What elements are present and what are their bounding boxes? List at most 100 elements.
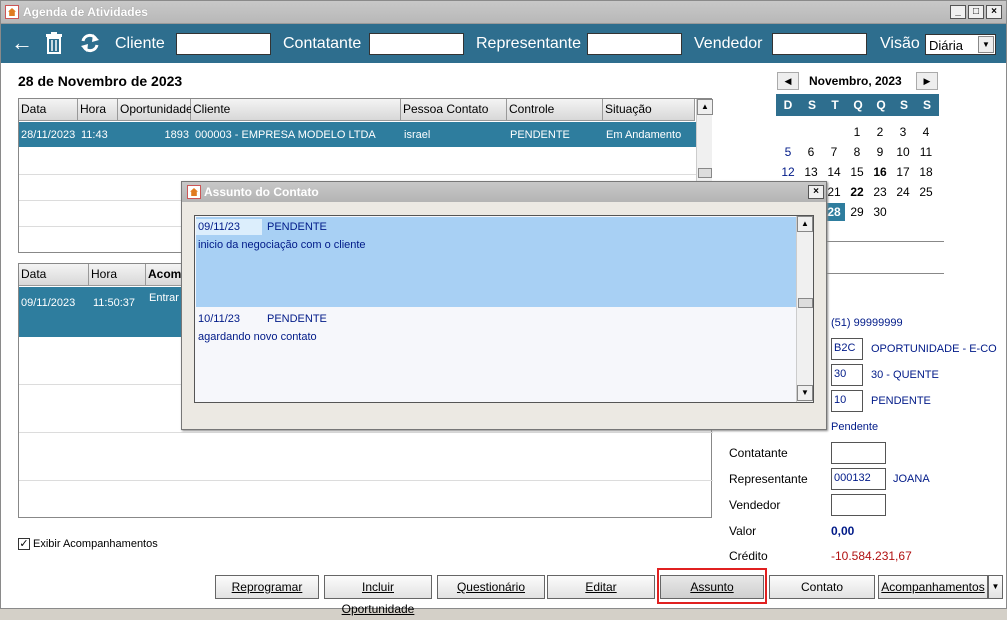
calendar-day[interactable]: 3 bbox=[892, 125, 914, 139]
calendar-day[interactable]: 13 bbox=[800, 165, 822, 179]
temperatura-code-field[interactable]: 30 bbox=[831, 364, 863, 386]
contato-button[interactable]: Contato bbox=[769, 575, 875, 599]
exibir-label: Exibir Acompanhamentos bbox=[33, 538, 158, 550]
refresh-icon[interactable] bbox=[79, 32, 101, 58]
prev-month-button[interactable]: ◀ bbox=[777, 72, 799, 90]
calendar-day[interactable]: 17 bbox=[892, 165, 914, 179]
app-icon bbox=[5, 5, 19, 19]
grid1-header-cliente[interactable]: Cliente bbox=[191, 99, 401, 121]
valor-label: Valor bbox=[729, 524, 757, 538]
close-button[interactable]: × bbox=[986, 5, 1002, 19]
assunto-list: 09/11/23 PENDENTE inicio da negociação c… bbox=[194, 215, 814, 403]
scroll-up-icon[interactable]: ▲ bbox=[797, 216, 813, 232]
calendar-day[interactable]: 30 bbox=[869, 205, 891, 219]
scroll-down-icon[interactable]: ▼ bbox=[797, 385, 813, 401]
contatante-detail-field[interactable] bbox=[831, 442, 886, 464]
grid1-header-controle[interactable]: Controle bbox=[507, 99, 603, 121]
grid1-header-data[interactable]: Data bbox=[19, 99, 78, 121]
assunto-dialog: Assunto do Contato × 09/11/23 PENDENTE i… bbox=[181, 181, 827, 430]
visao-label: Visão bbox=[880, 35, 920, 52]
vendedor-detail-field[interactable] bbox=[831, 494, 886, 516]
controle-code-field[interactable]: 10 bbox=[831, 390, 863, 412]
toolbar: ← Cliente Contatante Representante Vende… bbox=[1, 24, 1006, 63]
dialog-title: Assunto do Contato bbox=[204, 185, 319, 199]
controle-desc: PENDENTE bbox=[871, 395, 931, 407]
calendar-day[interactable]: 11 bbox=[915, 145, 937, 159]
incluir-oportunidade-button[interactable]: Incluir Oportunidade bbox=[324, 575, 432, 616]
situacao-value: Pendente bbox=[831, 421, 879, 433]
dialog-app-icon bbox=[187, 185, 201, 199]
calendar-day[interactable]: 25 bbox=[915, 185, 937, 199]
vendedor-label: Vendedor bbox=[694, 35, 763, 52]
grid1-header-situacao[interactable]: Situação bbox=[603, 99, 695, 121]
grid1-header-hora[interactable]: Hora bbox=[78, 99, 118, 121]
vendedor-input[interactable] bbox=[772, 33, 867, 55]
trash-icon[interactable] bbox=[45, 32, 63, 59]
representante-detail-field[interactable]: 000132 bbox=[831, 468, 886, 490]
next-month-button[interactable]: ▶ bbox=[916, 72, 938, 90]
calendar-day[interactable]: 12 bbox=[777, 165, 799, 179]
chevron-down-icon[interactable]: ▼ bbox=[988, 575, 1003, 599]
calendar-day[interactable]: 23 bbox=[869, 185, 891, 199]
reprogramar-button[interactable]: Reprogramar bbox=[215, 575, 319, 599]
calendar-day[interactable]: 4 bbox=[915, 125, 937, 139]
exibir-checkbox[interactable]: ✓ bbox=[18, 538, 30, 550]
visao-select[interactable]: Diária ▼ bbox=[925, 34, 996, 55]
dialog-scrollbar[interactable]: ▲ ▼ bbox=[796, 216, 813, 402]
representante-label: Representante bbox=[476, 35, 581, 52]
calendar-day[interactable]: 18 bbox=[915, 165, 937, 179]
table-row[interactable]: 28/11/2023 11:43 1893 000003 - EMPRESA M… bbox=[19, 122, 696, 147]
dialog-title-bar: Assunto do Contato × bbox=[182, 182, 826, 202]
calendar-day[interactable]: 9 bbox=[869, 145, 891, 159]
contatante-input[interactable] bbox=[369, 33, 464, 55]
calendar-day[interactable]: 24 bbox=[892, 185, 914, 199]
representante-name: JOANA bbox=[893, 473, 930, 485]
calendar-day[interactable]: 10 bbox=[892, 145, 914, 159]
credito-value: -10.584.231,67 bbox=[831, 549, 912, 563]
contatante-label: Contatante bbox=[283, 35, 362, 52]
grid2-header-acomp[interactable]: Acompa bbox=[146, 264, 195, 286]
calendar-day[interactable]: 2 bbox=[869, 125, 891, 139]
vendedor-detail-label: Vendedor bbox=[729, 498, 781, 512]
list-item[interactable]: 10/11/23 PENDENTE agardando novo contato bbox=[196, 309, 796, 399]
scroll-up-icon[interactable]: ▲ bbox=[697, 99, 713, 115]
chevron-down-icon[interactable]: ▼ bbox=[978, 36, 994, 53]
valor-value: 0,00 bbox=[831, 524, 855, 538]
calendar-day[interactable]: 1 bbox=[846, 125, 868, 139]
window-title: Agenda de Atividades bbox=[23, 5, 148, 19]
calendar-day[interactable]: 5 bbox=[777, 145, 799, 159]
contatante-detail-label: Contatante bbox=[729, 446, 788, 460]
calendar-day[interactable]: 22 bbox=[846, 185, 868, 199]
grid1-header-pessoa[interactable]: Pessoa Contato bbox=[401, 99, 507, 121]
dialog-close-button[interactable]: × bbox=[808, 185, 824, 199]
representante-detail-label: Representante bbox=[729, 472, 808, 486]
phone-value: (51) 99999999 bbox=[831, 317, 903, 329]
grid2-header-data[interactable]: Data bbox=[19, 264, 89, 286]
list-item[interactable]: 09/11/23 PENDENTE inicio da negociação c… bbox=[196, 217, 796, 307]
oportunidade-code-field[interactable]: B2C bbox=[831, 338, 863, 360]
grid1-header-oportunidade[interactable]: Oportunidade bbox=[118, 99, 193, 121]
grid2-header-hora[interactable]: Hora bbox=[89, 264, 146, 286]
calendar-day[interactable]: 8 bbox=[846, 145, 868, 159]
calendar-day[interactable]: 7 bbox=[823, 145, 845, 159]
calendar-day[interactable]: 15 bbox=[846, 165, 868, 179]
title-bar: Agenda de Atividades _ □ × bbox=[1, 1, 1006, 24]
minimize-button[interactable]: _ bbox=[950, 5, 966, 19]
calendar-day[interactable]: 6 bbox=[800, 145, 822, 159]
credito-label: Crédito bbox=[729, 549, 768, 563]
cliente-input[interactable] bbox=[176, 33, 271, 55]
date-title: 28 de Novembro de 2023 bbox=[18, 73, 183, 89]
calendar-month: Novembro, 2023 bbox=[809, 74, 902, 88]
editar-button[interactable]: Editar bbox=[547, 575, 655, 599]
calendar-day[interactable]: 29 bbox=[846, 205, 868, 219]
representante-input[interactable] bbox=[587, 33, 682, 55]
questionario-button[interactable]: Questionário bbox=[437, 575, 545, 599]
maximize-button[interactable]: □ bbox=[968, 5, 984, 19]
calendar-day[interactable]: 16 bbox=[869, 165, 891, 179]
cliente-label: Cliente bbox=[115, 35, 165, 52]
oportunidade-desc: OPORTUNIDADE - E-CO bbox=[871, 343, 997, 355]
assunto-button[interactable]: Assunto bbox=[660, 575, 764, 599]
back-arrow-icon[interactable]: ← bbox=[11, 32, 33, 54]
acompanhamentos-button[interactable]: Acompanhamentos bbox=[878, 575, 988, 599]
calendar-day[interactable]: 14 bbox=[823, 165, 845, 179]
